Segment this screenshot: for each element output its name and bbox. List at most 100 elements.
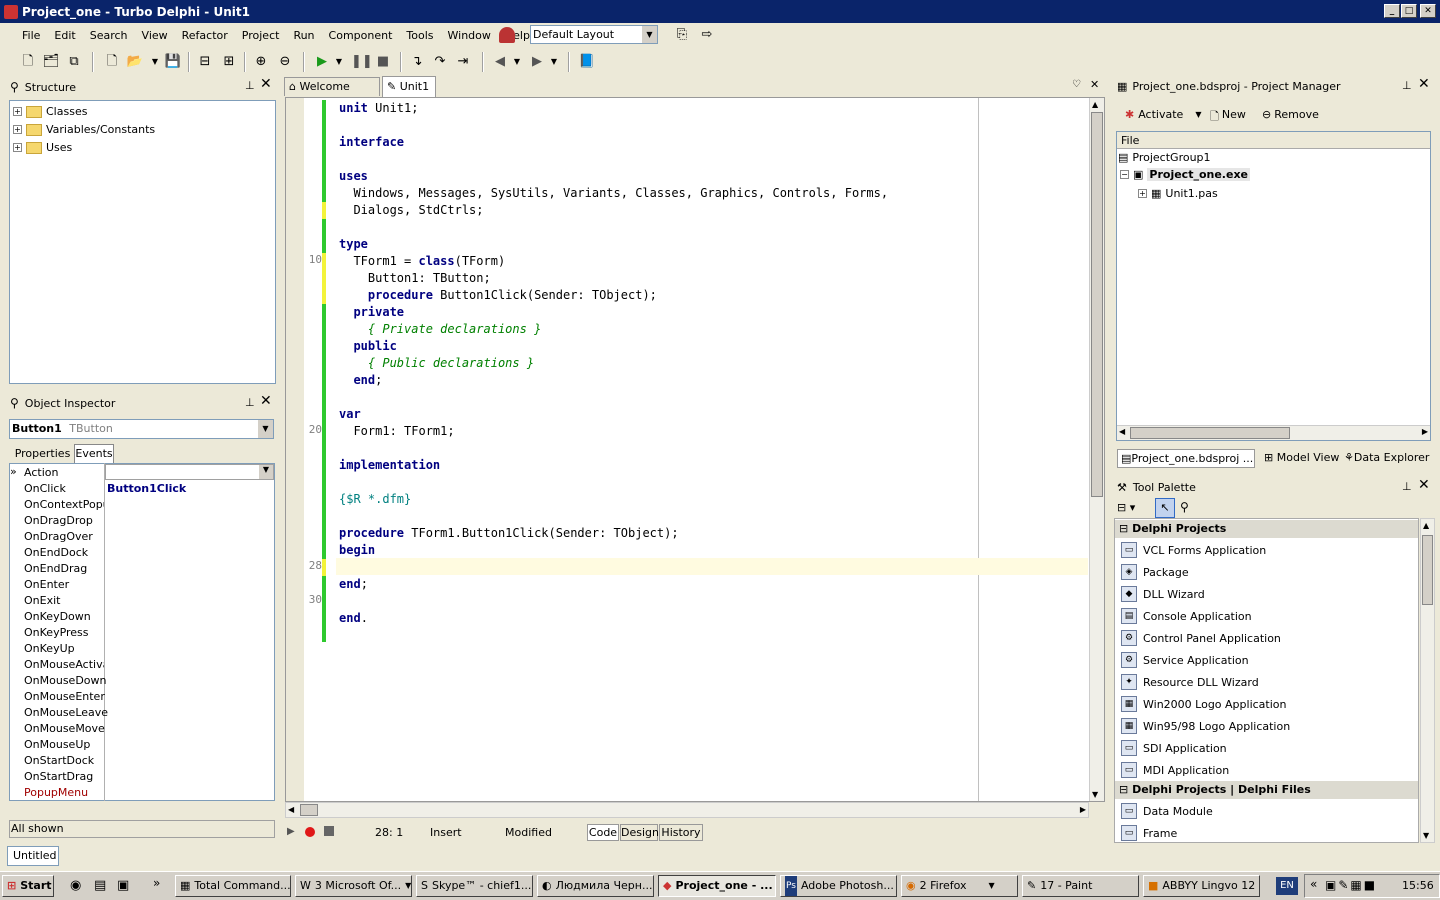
event-row[interactable]: OnStartDock <box>24 753 94 769</box>
palette-scrollbar[interactable]: ▲ ▼ <box>1420 518 1435 843</box>
tab-events[interactable]: Events <box>74 444 114 463</box>
task-firefox[interactable]: ◉ 2 Firefox ▼ <box>901 875 1018 897</box>
column-header-file[interactable]: File <box>1117 132 1430 149</box>
chevron-down-icon[interactable]: ▼ <box>549 52 559 72</box>
horizontal-scrollbar[interactable]: ◀ ▶ <box>285 802 1089 818</box>
open-project-folder-icon[interactable]: ⊟ <box>195 52 215 72</box>
filter-icon[interactable]: ⚲ <box>1180 500 1189 514</box>
vertical-scrollbar[interactable]: ▲ ▼ <box>1089 98 1104 801</box>
palette-item[interactable]: ◈ Package <box>1121 561 1189 583</box>
chevron-down-icon[interactable]: ▼ <box>642 26 657 43</box>
event-row[interactable]: OnKeyPress <box>24 625 89 641</box>
close-button[interactable]: ✕ <box>1420 4 1436 18</box>
chevron-down-icon[interactable]: ▼ <box>150 52 160 72</box>
tab-design[interactable]: Design <box>620 824 659 841</box>
event-row[interactable]: OnEnter <box>24 577 69 593</box>
record-macro-icon[interactable] <box>305 827 315 837</box>
task-total-commander[interactable]: ▦ Total Command... <box>175 875 291 897</box>
task-project-one[interactable]: ◆ Project_one - ... <box>658 875 776 897</box>
tab-code[interactable]: Code <box>587 824 619 841</box>
task-abbyy-lingvo[interactable]: ■ ABBYY Lingvo 12 <box>1143 875 1260 897</box>
pin-icon[interactable]: ⊥ <box>1402 480 1412 493</box>
new-button[interactable]: 🗋 New <box>1210 108 1246 127</box>
palette-item[interactable]: ⚙ Control Panel Application <box>1121 627 1281 649</box>
menu-search[interactable]: Search <box>83 29 135 42</box>
close-icon[interactable]: ✕ <box>1418 477 1430 493</box>
code-text[interactable]: unit Unit1; interface uses Windows, Mess… <box>339 100 888 627</box>
event-row[interactable]: OnDragOver <box>24 529 93 545</box>
pin-icon[interactable]: ⊥ <box>245 79 255 92</box>
palette-item[interactable]: ✦ Resource DLL Wizard <box>1121 671 1259 693</box>
event-row[interactable]: OnEndDock <box>24 545 88 561</box>
menu-file[interactable]: File <box>15 29 47 42</box>
event-row[interactable]: OnMouseDown <box>24 673 107 689</box>
close-icon[interactable]: ✕ <box>260 393 272 409</box>
task-paint[interactable]: ✎ 17 - Paint <box>1022 875 1139 897</box>
tree-item-uses[interactable]: + Uses <box>13 141 72 154</box>
chevron-down-icon[interactable]: ▼ <box>258 420 273 438</box>
maximize-button[interactable]: □ <box>1401 4 1417 18</box>
trace-into-icon[interactable]: ↴ <box>407 52 427 72</box>
palette-item[interactable]: ▭ Data Module <box>1121 800 1213 822</box>
add-to-project-icon[interactable]: ⊕ <box>251 52 271 72</box>
activate-button[interactable]: ✱ Activate ▼ <box>1125 108 1201 121</box>
stop-icon[interactable]: ■ <box>373 52 393 72</box>
event-row[interactable]: OnMouseMove <box>24 721 105 737</box>
tree-item-classes[interactable]: + Classes <box>13 105 87 118</box>
palette-item[interactable]: ▭ SDI Application <box>1121 737 1227 759</box>
collapse-icon[interactable]: ⊟ <box>1119 522 1128 535</box>
tree-unit-pas[interactable]: + ▦ Unit1.pas <box>1138 187 1218 200</box>
close-icon[interactable]: ✕ <box>1418 76 1430 92</box>
tab-properties[interactable]: Properties <box>13 445 72 462</box>
event-row[interactable]: OnMouseActivate <box>24 657 104 673</box>
menu-window[interactable]: Window <box>441 29 498 42</box>
menu-component[interactable]: Component <box>322 29 400 42</box>
tab-unit1[interactable]: ✎ Unit1 <box>382 76 436 97</box>
task-chat[interactable]: ◐ Людмила Черн... <box>537 875 654 897</box>
palette-item[interactable]: ▭ VCL Forms Application <box>1121 539 1266 561</box>
palette-section-delphi-files[interactable]: ⊟ Delphi Projects | Delphi Files <box>1115 781 1418 799</box>
event-row[interactable]: OnMouseEnter <box>24 689 105 705</box>
event-row[interactable]: OnDragDrop <box>24 513 93 529</box>
chevron-down-icon[interactable]: ▼ <box>1195 110 1201 119</box>
chevron-down-icon[interactable]: ▼ <box>334 52 344 72</box>
tab-welcome-page[interactable]: ⌂ Welcome Page <box>284 77 380 111</box>
expand-icon[interactable]: + <box>13 143 22 152</box>
task-microsoft-office[interactable]: W3 Microsoft Of... ▼ <box>295 875 412 897</box>
event-row[interactable]: OnStartDrag <box>24 769 93 785</box>
tree-item-variables[interactable]: + Variables/Constants <box>13 123 155 136</box>
categories-icon[interactable]: ⊟ ▾ <box>1117 501 1135 514</box>
quicklaunch-ie-icon[interactable]: ◉ <box>70 878 81 893</box>
new-items-icon[interactable]: 🗋 <box>18 52 38 72</box>
step-over-icon[interactable]: ↷ <box>430 52 450 72</box>
menu-project[interactable]: Project <box>235 29 287 42</box>
close-icon[interactable]: ✕ <box>260 76 272 92</box>
close-icon[interactable]: ✕ <box>1090 78 1099 91</box>
tab-data-explorer[interactable]: ⚘Data Explorer <box>1342 449 1434 468</box>
chevron-down-icon[interactable]: ▼ <box>259 465 273 479</box>
object-selector[interactable]: Button1 TButton ▼ <box>9 419 274 439</box>
tab-history[interactable]: History <box>659 824 703 841</box>
menu-edit[interactable]: Edit <box>47 29 82 42</box>
palette-item[interactable]: ▭ Frame <box>1121 822 1177 844</box>
event-row[interactable]: OnEndDrag <box>24 561 87 577</box>
expand-icon[interactable]: + <box>13 125 22 134</box>
remove-from-project-icon[interactable]: ⊖ <box>275 52 295 72</box>
collapse-icon[interactable]: ⊟ <box>1119 783 1128 796</box>
quicklaunch-save-icon[interactable]: ▣ <box>117 878 129 893</box>
event-row[interactable]: OnKeyUp <box>24 641 75 657</box>
pause-icon[interactable]: ❚❚ <box>350 52 373 72</box>
pin-icon[interactable]: ⊥ <box>245 396 255 409</box>
reopen-icon[interactable]: ⊞ <box>219 52 239 72</box>
palette-item[interactable]: ▦ Win2000 Logo Application <box>1121 693 1287 715</box>
save-icon[interactable]: 💾 <box>163 52 183 72</box>
tree-project-exe[interactable]: − ▣ Project_one.exe <box>1120 168 1251 181</box>
expand-icon[interactable]: + <box>1138 189 1147 198</box>
open-icon[interactable]: 📂 <box>125 52 145 72</box>
expand-all-icon[interactable]: » <box>10 465 17 478</box>
quicklaunch-more-icon[interactable]: » <box>153 876 160 890</box>
minimize-button[interactable]: _ <box>1384 4 1400 18</box>
save-all-icon[interactable]: ⧉ <box>64 52 84 72</box>
palette-item[interactable]: ▭ MDI Application <box>1121 759 1229 781</box>
event-row[interactable]: OnContextPopup <box>24 497 104 513</box>
